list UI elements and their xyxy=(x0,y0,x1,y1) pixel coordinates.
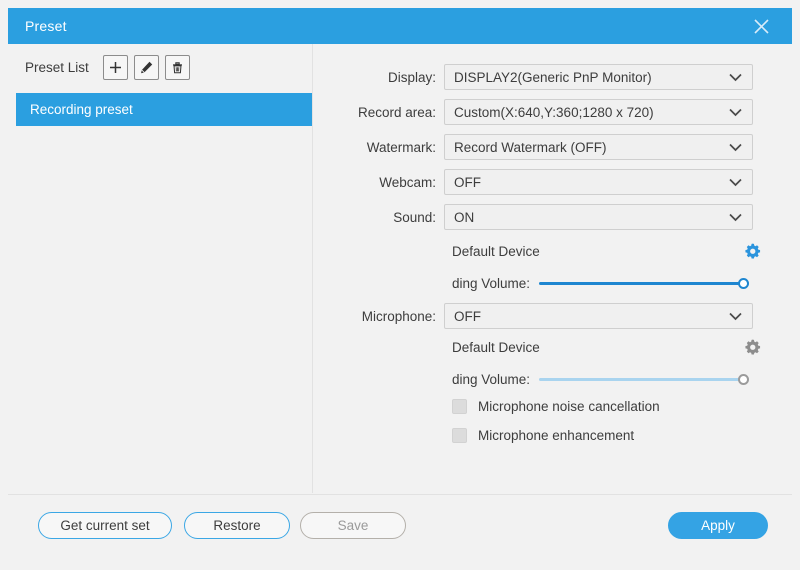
record-area-value: Custom(X:640,Y:360;1280 x 720) xyxy=(454,104,654,120)
microphone-volume-label: ding Volume: xyxy=(452,371,531,387)
microphone-noise-cancellation-checkbox[interactable] xyxy=(452,398,467,414)
row-watermark: Watermark: Record Watermark (OFF) xyxy=(313,134,753,160)
checkbox-row-noise-cancellation[interactable]: Microphone noise cancellation xyxy=(313,396,660,416)
preset-item-label: Recording preset xyxy=(30,102,133,117)
webcam-select[interactable]: OFF xyxy=(444,169,753,195)
sound-volume-thumb[interactable] xyxy=(738,277,750,289)
row-microphone: Microphone: OFF xyxy=(313,303,753,329)
pencil-icon xyxy=(139,60,154,75)
display-value: DISPLAY2(Generic PnP Monitor) xyxy=(454,69,652,85)
gear-icon xyxy=(744,243,761,260)
chevron-down-icon xyxy=(729,178,752,187)
row-sound: Sound: ON xyxy=(313,204,753,230)
sound-volume-row: ding Volume: xyxy=(313,272,750,294)
chevron-down-icon xyxy=(729,108,752,117)
microphone-device-name: Default Device xyxy=(452,339,540,355)
sound-volume-label: ding Volume: xyxy=(452,275,531,291)
row-display: Display: DISPLAY2(Generic PnP Monitor) xyxy=(313,64,753,90)
delete-preset-button[interactable] xyxy=(164,55,190,80)
dialog-body: Preset List Recording preset Display: DI… xyxy=(8,44,792,493)
microphone-volume-row: ding Volume: xyxy=(313,368,750,390)
close-icon xyxy=(753,18,770,35)
chevron-down-icon xyxy=(729,312,752,321)
microphone-device-settings-button xyxy=(744,339,761,356)
chevron-down-icon xyxy=(729,213,752,222)
microphone-volume-track xyxy=(539,377,750,381)
title-bar: Preset xyxy=(8,8,792,44)
edit-preset-button[interactable] xyxy=(133,55,159,80)
preset-list-header: Preset List xyxy=(8,44,312,91)
close-button[interactable] xyxy=(738,8,784,44)
sound-device-row: Default Device xyxy=(313,240,761,262)
microphone-device-row: Default Device xyxy=(313,336,761,358)
sound-select[interactable]: ON xyxy=(444,204,753,230)
microphone-volume-slider xyxy=(539,372,750,386)
chevron-down-icon xyxy=(729,143,752,152)
apply-button[interactable]: Apply xyxy=(668,512,768,539)
record-area-select[interactable]: Custom(X:640,Y:360;1280 x 720) xyxy=(444,99,753,125)
footer-bar: Get current set Restore Save Apply xyxy=(8,494,792,562)
sound-device-name: Default Device xyxy=(452,243,540,259)
microphone-volume-thumb xyxy=(738,373,750,385)
gear-icon xyxy=(744,339,761,356)
watermark-value: Record Watermark (OFF) xyxy=(454,139,607,155)
trash-icon xyxy=(170,60,185,75)
sidebar-item-recording-preset[interactable]: Recording preset xyxy=(16,93,312,126)
get-current-set-button[interactable]: Get current set xyxy=(38,512,172,539)
webcam-value: OFF xyxy=(454,174,481,190)
preset-actions xyxy=(102,55,190,80)
microphone-label: Microphone: xyxy=(361,308,436,324)
save-button: Save xyxy=(300,512,406,539)
checkbox-row-enhancement[interactable]: Microphone enhancement xyxy=(313,425,634,445)
restore-button[interactable]: Restore xyxy=(184,512,290,539)
preset-list-label: Preset List xyxy=(25,60,89,75)
microphone-select[interactable]: OFF xyxy=(444,303,753,329)
display-select[interactable]: DISPLAY2(Generic PnP Monitor) xyxy=(444,64,753,90)
sound-device-settings-button[interactable] xyxy=(744,243,761,260)
window-title: Preset xyxy=(25,18,67,34)
microphone-enhancement-label: Microphone enhancement xyxy=(478,427,635,443)
chevron-down-icon xyxy=(729,73,752,82)
webcam-label: Webcam: xyxy=(379,174,436,190)
preset-dialog: Preset Preset List Recording preset Disp… xyxy=(0,0,800,570)
display-label: Display: xyxy=(387,69,436,85)
sound-value: ON xyxy=(454,209,475,225)
microphone-noise-cancellation-label: Microphone noise cancellation xyxy=(478,398,660,414)
add-preset-button[interactable] xyxy=(102,55,128,80)
sound-label: Sound: xyxy=(393,209,436,225)
record-area-label: Record area: xyxy=(357,104,436,120)
sound-volume-track xyxy=(539,281,750,285)
watermark-select[interactable]: Record Watermark (OFF) xyxy=(444,134,753,160)
plus-icon xyxy=(108,60,123,75)
settings-form: Display: DISPLAY2(Generic PnP Monitor) R… xyxy=(313,44,792,493)
microphone-value: OFF xyxy=(454,308,481,324)
microphone-enhancement-checkbox[interactable] xyxy=(452,427,467,443)
row-webcam: Webcam: OFF xyxy=(313,169,753,195)
sound-volume-slider[interactable] xyxy=(539,276,750,290)
row-record-area: Record area: Custom(X:640,Y:360;1280 x 7… xyxy=(313,99,753,125)
watermark-label: Watermark: xyxy=(366,139,436,155)
